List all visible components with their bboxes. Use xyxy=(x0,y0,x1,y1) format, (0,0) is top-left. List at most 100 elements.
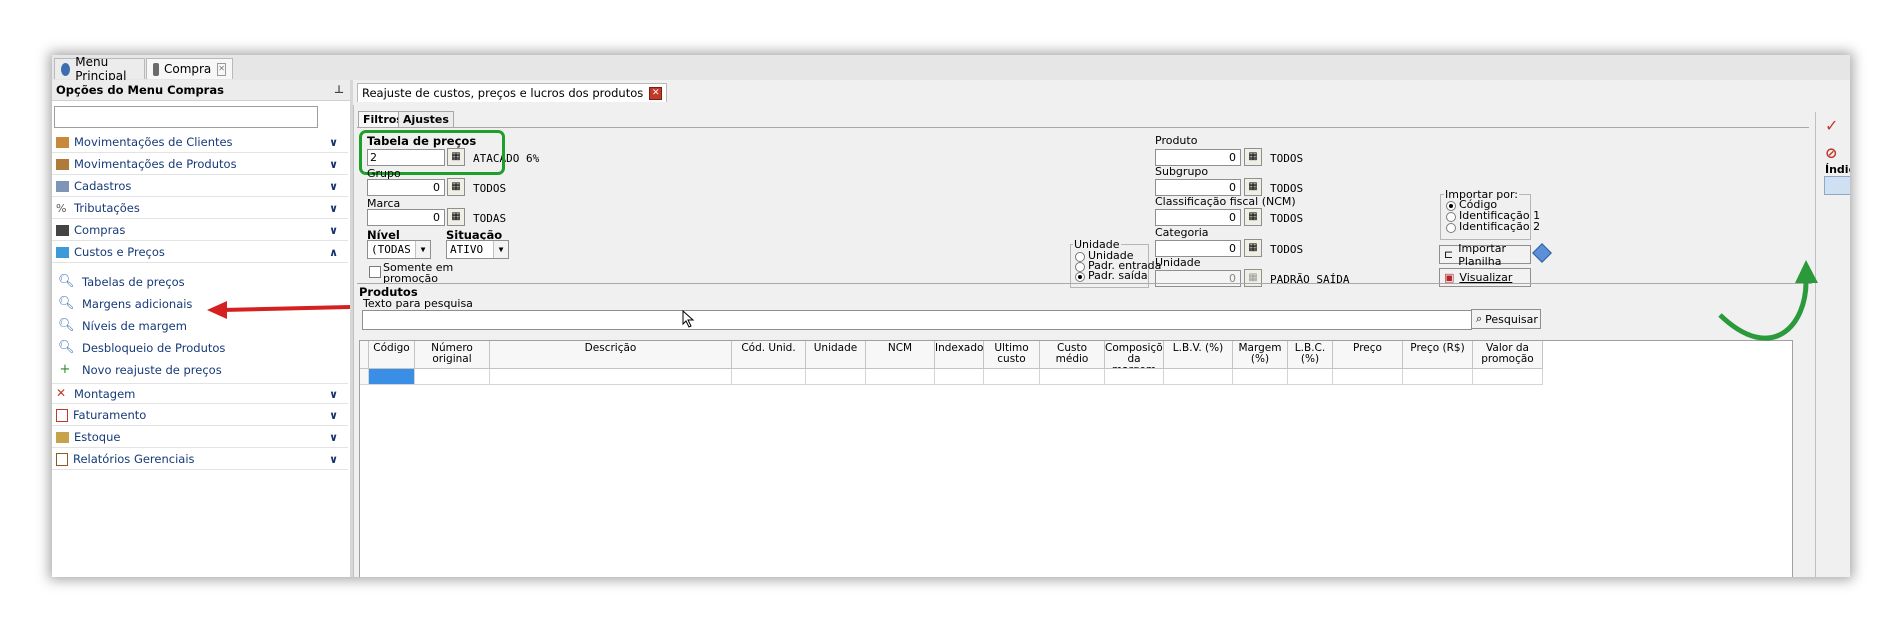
column-header[interactable]: Cód. Unid. xyxy=(732,341,806,369)
radio-identificacao-2-label: Identificação 2 xyxy=(1459,220,1541,233)
produto-label: Produto xyxy=(1155,134,1198,147)
marca-input[interactable]: 0 xyxy=(367,209,445,226)
column-header[interactable]: Número original xyxy=(415,341,490,369)
radio-identificacao-2[interactable] xyxy=(1446,223,1456,233)
ncm-input[interactable]: 0 xyxy=(1155,209,1241,226)
sidebar-item-movimentacoes-produtos[interactable]: Movimentações de Produtos ∨ xyxy=(52,154,348,175)
people-icon xyxy=(56,136,69,148)
table-cell[interactable] xyxy=(935,369,984,385)
radio-padr-entrada[interactable] xyxy=(1075,262,1085,272)
column-header[interactable]: Composições da margem xyxy=(1105,341,1164,369)
column-header[interactable]: Custo médio xyxy=(1040,341,1105,369)
column-header[interactable]: Preço xyxy=(1333,341,1403,369)
sidebar-item-montagem[interactable]: ✕ Montagem ∨ xyxy=(52,383,348,404)
subgrupo-input[interactable]: 0 xyxy=(1155,179,1241,196)
lookup-icon[interactable]: ▦ xyxy=(447,208,465,226)
selected-cell[interactable] xyxy=(369,369,415,385)
column-header[interactable]: Ultimo custo xyxy=(984,341,1040,369)
sidebar-subitem-novo-reajuste[interactable]: + Novo reajuste de preços xyxy=(58,361,222,379)
importar-planilha-button[interactable]: ⊏ Importar Planilha xyxy=(1439,242,1531,268)
sidebar-item-cadastros[interactable]: Cadastros ∨ xyxy=(52,176,348,197)
table-cell[interactable] xyxy=(732,369,806,385)
document-tab[interactable]: Reajuste de custos, preços e lucros dos … xyxy=(357,83,668,102)
radio-unidade[interactable] xyxy=(1075,252,1085,262)
radio-padr-saida[interactable] xyxy=(1075,272,1085,282)
pin-icon[interactable]: ⊥ xyxy=(334,83,344,96)
sidebar-subitem-desbloqueio-produtos[interactable]: 🔍︎ Desbloqueio de Produtos xyxy=(58,339,225,357)
percent-icon: % xyxy=(56,201,67,215)
home-icon xyxy=(61,62,71,76)
radio-codigo[interactable] xyxy=(1446,201,1456,211)
close-icon[interactable]: ✕ xyxy=(649,86,663,100)
sidebar-item-custos-precos[interactable]: Custos e Preços ∧ xyxy=(52,242,348,263)
confirm-icon[interactable]: ✓ xyxy=(1825,116,1838,135)
table-cell[interactable] xyxy=(1164,369,1233,385)
promocao-checkbox[interactable] xyxy=(369,266,381,278)
cart-icon xyxy=(56,224,69,236)
tab-ajustes[interactable]: Ajustes xyxy=(398,111,454,127)
table-cell[interactable] xyxy=(1040,369,1105,385)
table-cell[interactable] xyxy=(806,369,866,385)
magnifier-icon: 🔍︎ xyxy=(58,340,75,355)
table-cell[interactable] xyxy=(1473,369,1543,385)
application-window: Menu Principal Compra ✕ Opções do Menu C… xyxy=(52,55,1850,577)
column-header[interactable]: L.B.V. (%) xyxy=(1164,341,1233,369)
radio-identificacao-1[interactable] xyxy=(1446,212,1456,222)
diamond-icon[interactable] xyxy=(1532,243,1552,263)
table-cell[interactable] xyxy=(866,369,935,385)
sidebar-item-relatorios[interactable]: Relatórios Gerenciais ∨ xyxy=(52,449,348,470)
table-cell[interactable] xyxy=(1105,369,1164,385)
cancel-icon[interactable]: ⊘ xyxy=(1825,144,1838,162)
sidebar-subitem-niveis-margem[interactable]: 🔍︎ Níveis de margem xyxy=(58,317,187,335)
lookup-icon[interactable]: ▦ xyxy=(1244,178,1262,196)
sidebar-item-movimentacoes-clientes[interactable]: Movimentações de Clientes ∨ xyxy=(52,132,348,153)
sidebar-item-tributacoes[interactable]: % Tributações ∨ xyxy=(52,198,348,219)
grupo-input[interactable]: 0 xyxy=(367,179,445,196)
promocao-label: Somente em promoção xyxy=(383,261,454,285)
grupo-desc: TODOS xyxy=(473,182,507,195)
table-cell[interactable] xyxy=(415,369,490,385)
column-header[interactable]: NCM xyxy=(866,341,935,369)
chevron-down-icon: ∨ xyxy=(329,224,338,237)
tab-close-icon[interactable]: ✕ xyxy=(217,62,226,76)
column-header[interactable]: L.B.C. (%) xyxy=(1288,341,1333,369)
table-cell[interactable] xyxy=(1233,369,1288,385)
table-cell[interactable] xyxy=(490,369,732,385)
nivel-select[interactable]: (TODAS ▼ xyxy=(367,240,431,259)
sidebar-item-faturamento[interactable]: Faturamento ∨ xyxy=(52,405,348,426)
column-header[interactable]: Margem (%) xyxy=(1233,341,1288,369)
table-cell[interactable] xyxy=(1403,369,1473,385)
tab-compra[interactable]: Compra ✕ xyxy=(146,58,233,79)
categoria-input[interactable]: 0 xyxy=(1155,240,1241,257)
tools-icon: ✕ xyxy=(56,386,67,400)
column-header[interactable]: Indexado xyxy=(935,341,984,369)
sidebar-subitem-margens-adicionais[interactable]: 🔍︎ Margens adicionais xyxy=(58,295,192,313)
search-input[interactable] xyxy=(362,310,1472,330)
sidebar-search-input[interactable] xyxy=(54,106,318,128)
sidebar-subitem-tabelas-precos[interactable]: 🔍︎ Tabelas de preços xyxy=(58,273,185,291)
search-icon: ⌕ xyxy=(1476,312,1483,325)
table-cell[interactable] xyxy=(984,369,1040,385)
indice-input[interactable] xyxy=(1824,176,1850,195)
sidebar-item-compras[interactable]: Compras ∨ xyxy=(52,220,348,241)
lookup-icon[interactable]: ▦ xyxy=(447,178,465,196)
column-header[interactable]: Descrição xyxy=(490,341,732,369)
produto-input[interactable]: 0 xyxy=(1155,149,1241,166)
column-header[interactable]: Preço (R$) xyxy=(1403,341,1473,369)
subgrupo-desc: TODOS xyxy=(1270,182,1304,195)
chevron-down-icon: ∨ xyxy=(329,431,338,444)
column-header[interactable]: Unidade xyxy=(806,341,866,369)
column-header[interactable]: Código xyxy=(369,341,415,369)
table-cell[interactable] xyxy=(1288,369,1333,385)
column-header[interactable]: Valor da promoção xyxy=(1473,341,1543,369)
lookup-icon[interactable]: ▦ xyxy=(1244,239,1262,257)
lookup-icon[interactable]: ▦ xyxy=(1244,208,1262,226)
unidade2-label: Unidade xyxy=(1155,256,1201,269)
situacao-select[interactable]: ATIVO ▼ xyxy=(446,240,509,259)
tab-menu-principal[interactable]: Menu Principal xyxy=(54,55,145,83)
sidebar-item-estoque[interactable]: Estoque ∨ xyxy=(52,427,348,448)
lookup-icon[interactable]: ▦ xyxy=(1244,148,1262,166)
pesquisar-button[interactable]: ⌕ Pesquisar xyxy=(1471,309,1541,329)
table-cell[interactable] xyxy=(1333,369,1403,385)
produtos-section: Produtos Texto para pesquisa ⌕ Pesquisar… xyxy=(357,283,1812,577)
